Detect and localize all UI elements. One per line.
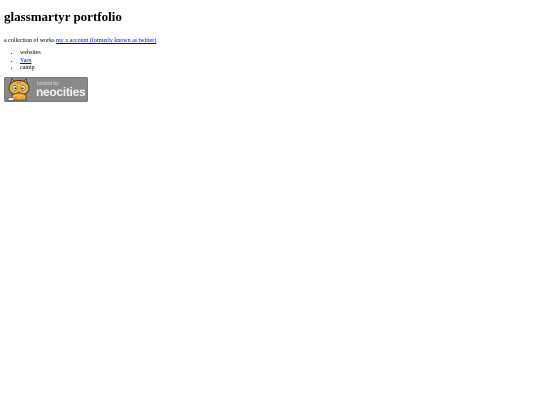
page-content: glassmartyr portfolio a collection of wo… bbox=[4, 0, 534, 102]
portfolio-list: websites Yarn catnip bbox=[4, 50, 534, 73]
neocities-brand: neocities bbox=[36, 85, 86, 99]
list-item-label: catnip bbox=[20, 65, 35, 71]
yarn-link[interactable]: Yarn bbox=[20, 58, 31, 64]
tagline: a collection of works my x account (form… bbox=[4, 37, 534, 45]
list-item-yarn[interactable]: Yarn bbox=[20, 58, 534, 66]
hosted-by-neocities-badge[interactable]: hosted by neocities bbox=[4, 77, 88, 102]
neocities-cat-icon bbox=[7, 78, 30, 101]
list-item-catnip: catnip bbox=[20, 65, 534, 73]
x-account-link[interactable]: my x account (formerly known as twitter) bbox=[56, 38, 156, 44]
tagline-text: a collection of works bbox=[4, 38, 55, 44]
list-item-websites: websites bbox=[20, 50, 534, 58]
list-item-label: websites bbox=[20, 50, 41, 56]
page-title: glassmartyr portfolio bbox=[4, 9, 122, 24]
